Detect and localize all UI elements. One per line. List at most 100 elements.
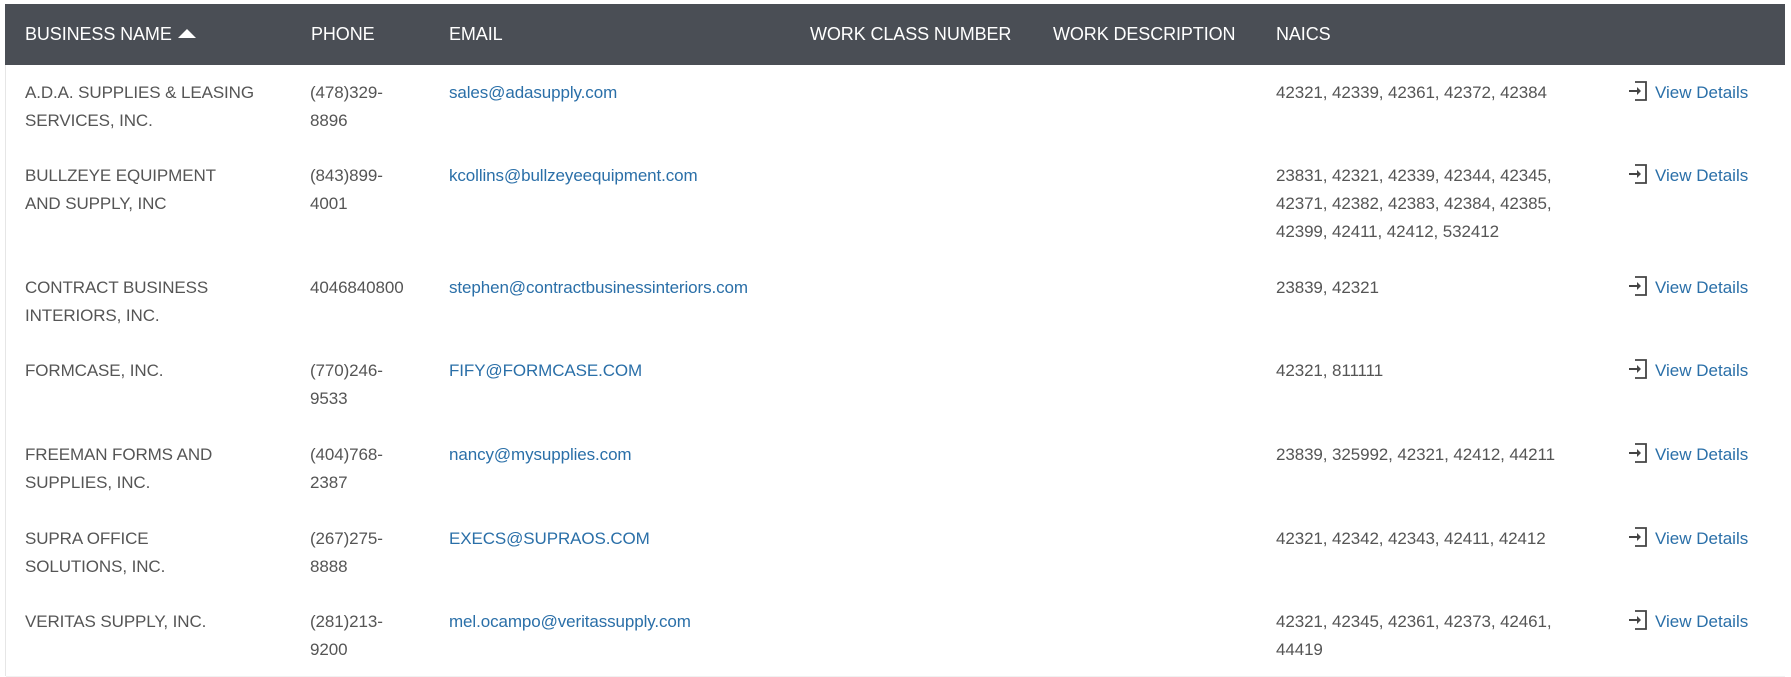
phone-cell: (770)246- 9533 bbox=[310, 357, 420, 413]
email-link[interactable]: kcollins@bullzeyeequipment.com bbox=[449, 162, 869, 190]
naics-cell: 42321, 42345, 42361, 42373, 42461, 44419 bbox=[1276, 608, 1586, 664]
naics-cell-line: 42321, 811111 bbox=[1276, 361, 1384, 380]
naics-cell: 23839, 42321 bbox=[1276, 274, 1586, 302]
sign-in-icon bbox=[1629, 527, 1647, 547]
business-name-cell-line: SUPPLIES, INC. bbox=[25, 473, 151, 492]
view-details-label[interactable]: View Details bbox=[1655, 445, 1748, 464]
naics-cell: 23831, 42321, 42339, 42344, 42345, 42371,… bbox=[1276, 162, 1586, 246]
business-name-cell-line: SOLUTIONS, INC. bbox=[25, 557, 166, 576]
naics-cell-line: 42371, 42382, 42383, 42384, 42385, bbox=[1276, 194, 1552, 213]
phone-cell: 4046840800 bbox=[310, 274, 420, 302]
phone-cell-line: 2387 bbox=[310, 473, 348, 492]
table-row: VERITAS SUPPLY, INC. (281)213- 9200 mel.oca… bbox=[6, 594, 1785, 677]
business-name-cell-line: VERITAS SUPPLY, INC. bbox=[25, 612, 207, 631]
naics-cell: 42321, 42339, 42361, 42372, 42384 bbox=[1276, 79, 1586, 107]
email-link[interactable]: EXECS@SUPRAOS.COM bbox=[449, 525, 869, 553]
phone-cell-line: 8896 bbox=[310, 111, 348, 130]
email-link[interactable]: nancy@mysupplies.com bbox=[449, 441, 869, 469]
phone-cell-line: (267)275- bbox=[310, 529, 383, 548]
naics-cell: 42321, 42342, 42343, 42411, 42412 bbox=[1276, 525, 1586, 553]
header-work-description[interactable]: WORK DESCRIPTION bbox=[1053, 4, 1236, 65]
view-details-button[interactable]: View Details bbox=[1628, 274, 1748, 302]
naics-cell-line: 42321, 42345, 42361, 42373, 42461, bbox=[1276, 612, 1552, 631]
sign-in-icon bbox=[1629, 276, 1647, 296]
header-work-class-number[interactable]: WORK CLASS NUMBER bbox=[810, 4, 1011, 65]
email-link[interactable]: sales@adasupply.com bbox=[449, 79, 869, 107]
header-business-name[interactable]: BUSINESS NAME bbox=[25, 4, 196, 65]
table-header: BUSINESS NAME PHONE EMAIL WORK CLASS NUM… bbox=[5, 4, 1785, 65]
naics-cell-line: 44419 bbox=[1276, 640, 1323, 659]
business-name-cell-line: SUPRA OFFICE bbox=[25, 529, 149, 548]
view-details-button[interactable]: View Details bbox=[1628, 357, 1748, 385]
view-details-label[interactable]: View Details bbox=[1655, 83, 1748, 102]
view-details-label[interactable]: View Details bbox=[1655, 612, 1748, 631]
business-name-cell-line: INTERIORS, INC. bbox=[25, 306, 160, 325]
view-details-button[interactable]: View Details bbox=[1628, 608, 1748, 636]
sort-up-icon bbox=[177, 28, 196, 38]
naics-cell-line: 42321, 42342, 42343, 42411, 42412 bbox=[1276, 529, 1546, 548]
sign-in-icon bbox=[1629, 164, 1647, 184]
business-name-cell-line: FREEMAN FORMS AND bbox=[25, 445, 213, 464]
sign-in-icon bbox=[1629, 443, 1647, 463]
header-email[interactable]: EMAIL bbox=[449, 4, 503, 65]
phone-cell-line: (770)246- bbox=[310, 361, 383, 380]
business-name-cell: BULLZEYE EQUIPMENT AND SUPPLY, INC bbox=[25, 162, 287, 218]
business-name-cell: CONTRACT BUSINESS INTERIORS, INC. bbox=[25, 274, 287, 330]
table-row: CONTRACT BUSINESS INTERIORS, INC. 40468408… bbox=[6, 260, 1785, 344]
view-details-button[interactable]: View Details bbox=[1628, 525, 1748, 553]
email-link[interactable]: FIFY@FORMCASE.COM bbox=[449, 357, 869, 385]
view-details-button[interactable]: View Details bbox=[1628, 162, 1748, 190]
business-name-cell: FREEMAN FORMS AND SUPPLIES, INC. bbox=[25, 441, 287, 497]
sign-in-icon bbox=[1629, 610, 1647, 630]
phone-cell: (404)768- 2387 bbox=[310, 441, 420, 497]
header-business-name-label: BUSINESS NAME bbox=[25, 24, 172, 44]
business-name-cell: SUPRA OFFICE SOLUTIONS, INC. bbox=[25, 525, 287, 581]
phone-cell: (281)213- 9200 bbox=[310, 608, 420, 664]
phone-cell: (843)899- 4001 bbox=[310, 162, 420, 218]
phone-cell-line: 9533 bbox=[310, 389, 348, 408]
business-name-cell: FORMCASE, INC. bbox=[25, 357, 287, 385]
naics-cell: 23839, 325992, 42321, 42412, 44211 bbox=[1276, 441, 1586, 469]
table-row: FORMCASE, INC. (770)246- 9533 FIFY@FORMCASE… bbox=[6, 343, 1785, 428]
view-details-label[interactable]: View Details bbox=[1655, 278, 1748, 297]
business-name-cell-line: BULLZEYE EQUIPMENT bbox=[25, 166, 216, 185]
business-directory-table: BUSINESS NAME PHONE EMAIL WORK CLASS NUM… bbox=[0, 0, 1791, 677]
view-details-label[interactable]: View Details bbox=[1655, 529, 1748, 548]
table-row: FREEMAN FORMS AND SUPPLIES, INC. (404)768-… bbox=[6, 427, 1785, 512]
view-details-label[interactable]: View Details bbox=[1655, 361, 1748, 380]
phone-cell-line: 4001 bbox=[310, 194, 348, 213]
business-name-cell-line: A.D.A. SUPPLIES & LEASING bbox=[25, 83, 254, 102]
phone-cell: (267)275- 8888 bbox=[310, 525, 420, 581]
business-name-cell-line: CONTRACT BUSINESS bbox=[25, 278, 209, 297]
phone-cell-line: (404)768- bbox=[310, 445, 383, 464]
naics-cell-line: 42399, 42411, 42412, 532412 bbox=[1276, 222, 1499, 241]
naics-cell-line: 23831, 42321, 42339, 42344, 42345, bbox=[1276, 166, 1552, 185]
phone-cell-line: 4046840800 bbox=[310, 278, 404, 297]
business-name-cell-line: FORMCASE, INC. bbox=[25, 361, 164, 380]
naics-cell-line: 23839, 325992, 42321, 42412, 44211 bbox=[1276, 445, 1555, 464]
header-naics[interactable]: NAICS bbox=[1276, 4, 1331, 65]
phone-cell: (478)329- 8896 bbox=[310, 79, 420, 135]
email-link[interactable]: mel.ocampo@veritassupply.com bbox=[449, 608, 869, 636]
view-details-label[interactable]: View Details bbox=[1655, 166, 1748, 185]
naics-cell-line: 42321, 42339, 42361, 42372, 42384 bbox=[1276, 83, 1547, 102]
phone-cell-line: 8888 bbox=[310, 557, 348, 576]
email-link[interactable]: stephen@contractbusinessinteriors.com bbox=[449, 274, 869, 302]
business-name-cell-line: SERVICES, INC. bbox=[25, 111, 153, 130]
phone-cell-line: (281)213- bbox=[310, 612, 383, 631]
naics-cell: 42321, 811111 bbox=[1276, 357, 1586, 385]
business-name-cell: VERITAS SUPPLY, INC. bbox=[25, 608, 287, 636]
business-name-cell: A.D.A. SUPPLIES & LEASING SERVICES, INC. bbox=[25, 79, 287, 135]
phone-cell-line: (843)899- bbox=[310, 166, 383, 185]
business-name-cell-line: AND SUPPLY, INC bbox=[25, 194, 167, 213]
phone-cell-line: (478)329- bbox=[310, 83, 383, 102]
naics-cell-line: 23839, 42321 bbox=[1276, 278, 1379, 297]
sign-in-icon bbox=[1629, 359, 1647, 379]
phone-cell-line: 9200 bbox=[310, 640, 348, 659]
header-phone[interactable]: PHONE bbox=[311, 4, 375, 65]
table-row: A.D.A. SUPPLIES & LEASING SERVICES, INC. (… bbox=[6, 65, 1785, 149]
table-row: BULLZEYE EQUIPMENT AND SUPPLY, INC (843)89… bbox=[6, 148, 1785, 261]
view-details-button[interactable]: View Details bbox=[1628, 79, 1748, 107]
table-row: SUPRA OFFICE SOLUTIONS, INC. (267)275- 8888… bbox=[6, 511, 1785, 595]
view-details-button[interactable]: View Details bbox=[1628, 441, 1748, 469]
